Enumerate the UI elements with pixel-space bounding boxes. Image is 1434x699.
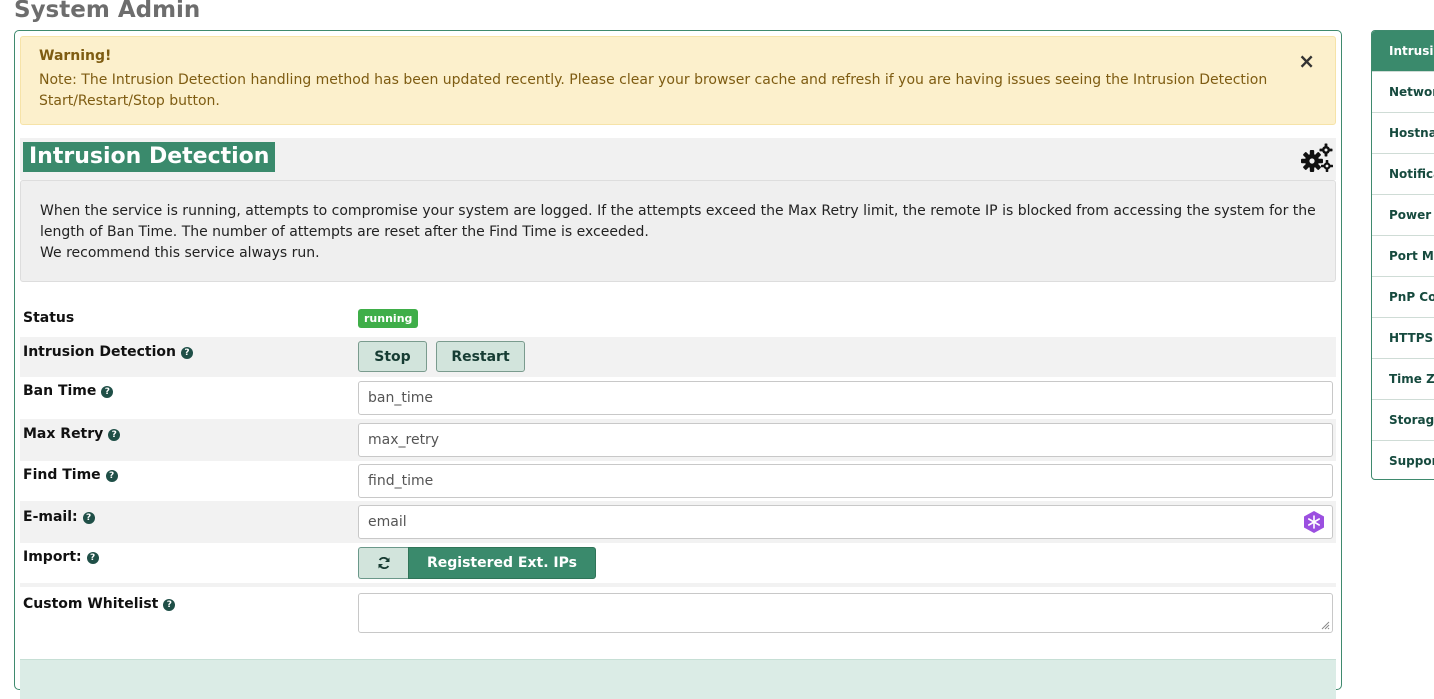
help-icon[interactable]: ? xyxy=(163,599,176,611)
close-icon[interactable]: × xyxy=(1298,51,1315,71)
status-row: Status running xyxy=(20,301,1336,337)
import-button-group: Registered Ext. IPs xyxy=(358,547,596,579)
sidebar-item-https[interactable]: HTTPS Settings xyxy=(1372,318,1434,359)
warning-alert: Warning! Note: The Intrusion Detection h… xyxy=(20,36,1336,125)
section-title: Intrusion Detection xyxy=(23,142,276,172)
service-control-row: Intrusion Detection? Stop Restart xyxy=(20,337,1336,377)
find-time-input[interactable]: find_time xyxy=(358,464,1333,498)
sidebar-item-intrusion-detection[interactable]: Intrusion Detection xyxy=(1372,31,1434,72)
registered-ext-ips-button[interactable]: Registered Ext. IPs xyxy=(408,547,596,579)
settings-sidebar: Intrusion Detection Network Hostname Not… xyxy=(1371,30,1434,480)
status-label: Status xyxy=(23,310,75,326)
gear-icon[interactable] xyxy=(1300,142,1334,174)
max-retry-input[interactable]: max_retry xyxy=(358,423,1333,457)
max-retry-row: Max Retry? max_retry xyxy=(20,419,1336,461)
import-label: Import:? xyxy=(23,549,99,565)
refresh-icon xyxy=(378,556,389,570)
help-icon[interactable]: ? xyxy=(86,552,99,564)
sidebar-item-time-zone[interactable]: Time Zone xyxy=(1372,359,1434,400)
sidebar-item-storage[interactable]: Storage xyxy=(1372,400,1434,441)
sidebar-item-power[interactable]: Power Options xyxy=(1372,195,1434,236)
find-time-row: Find Time? find_time xyxy=(20,461,1336,501)
email-label: E-mail:? xyxy=(23,509,95,525)
ban-time-row: Ban Time? ban_time xyxy=(20,377,1336,419)
alert-message: Note: The Intrusion Detection handling m… xyxy=(39,72,1268,109)
sidebar-item-support[interactable]: Support xyxy=(1372,441,1434,479)
alert-title: Warning! xyxy=(39,48,112,64)
help-icon[interactable]: ? xyxy=(105,470,118,482)
ban-time-label: Ban Time? xyxy=(23,383,114,399)
intrusion-detection-label: Intrusion Detection? xyxy=(23,344,194,360)
section-header: Intrusion Detection xyxy=(20,138,1336,180)
email-row: E-mail:? email xyxy=(20,501,1336,543)
sidebar-item-pnp[interactable]: PnP Configuration xyxy=(1372,277,1434,318)
sidebar-item-port-management[interactable]: Port Management xyxy=(1372,236,1434,277)
help-icon[interactable]: ? xyxy=(108,429,121,441)
sidebar-item-notifications[interactable]: Notifications xyxy=(1372,154,1434,195)
custom-whitelist-row: Custom Whitelist? xyxy=(20,587,1336,657)
sidebar-item-network[interactable]: Network xyxy=(1372,72,1434,113)
max-retry-label-text: Max Retry xyxy=(23,426,104,442)
custom-whitelist-label-text: Custom Whitelist xyxy=(23,596,159,612)
max-retry-label: Max Retry? xyxy=(23,426,121,442)
service-description: When the service is running, attempts to… xyxy=(20,180,1336,282)
ban-time-input[interactable]: ban_time xyxy=(358,381,1333,415)
find-time-label: Find Time? xyxy=(23,467,118,483)
sidebar-item-hostname[interactable]: Hostname xyxy=(1372,113,1434,154)
import-row: Import:? Registered Ext. IPs xyxy=(20,543,1336,583)
help-icon[interactable]: ? xyxy=(101,386,114,398)
footer-bar xyxy=(20,659,1336,699)
email-placeholder: email xyxy=(368,514,407,530)
import-label-text: Import: xyxy=(23,549,82,565)
help-icon[interactable]: ? xyxy=(181,347,194,359)
intrusion-detection-label-text: Intrusion Detection xyxy=(23,344,177,360)
custom-whitelist-label: Custom Whitelist? xyxy=(23,596,176,612)
page-title: System Admin xyxy=(14,0,201,23)
email-field[interactable]: email xyxy=(358,505,1333,539)
refresh-button[interactable] xyxy=(358,547,408,579)
stop-button[interactable]: Stop xyxy=(358,341,427,372)
description-recommendation: We recommend this service always run. xyxy=(40,245,320,261)
resize-grip-icon[interactable] xyxy=(1320,620,1330,630)
email-label-text: E-mail: xyxy=(23,509,78,525)
status-badge: running xyxy=(358,309,419,328)
find-time-label-text: Find Time xyxy=(23,467,101,483)
ban-time-label-text: Ban Time xyxy=(23,383,97,399)
custom-whitelist-textarea[interactable] xyxy=(358,593,1333,633)
password-manager-icon[interactable] xyxy=(1302,510,1326,534)
restart-button[interactable]: Restart xyxy=(436,341,525,372)
description-paragraph: When the service is running, attempts to… xyxy=(40,203,1316,240)
help-icon[interactable]: ? xyxy=(82,512,95,524)
main-panel: Warning! Note: The Intrusion Detection h… xyxy=(14,30,1342,699)
